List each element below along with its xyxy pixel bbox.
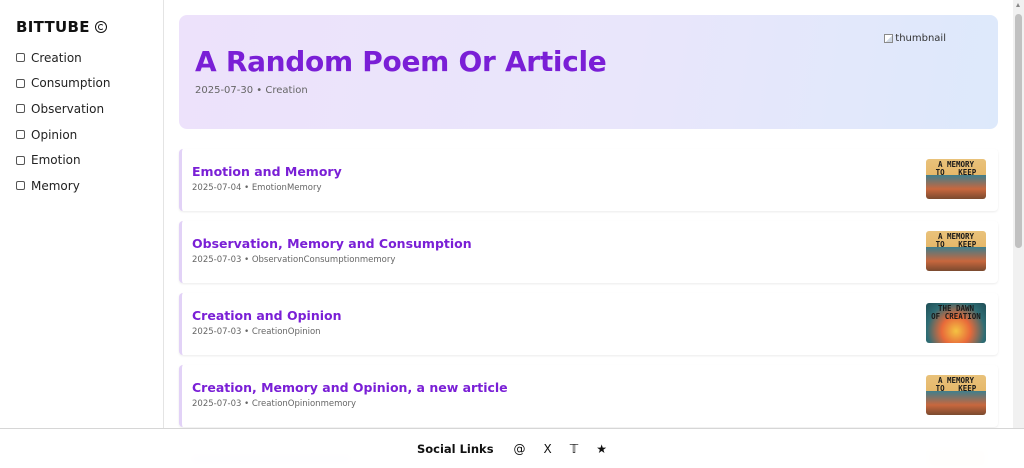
app-root: BITTUBE Creation Consumption Observation… bbox=[0, 0, 1024, 468]
filter-label: Memory bbox=[31, 178, 80, 193]
checkbox[interactable] bbox=[16, 104, 25, 114]
brand-logo[interactable]: BITTUBE bbox=[16, 18, 147, 36]
article-card[interactable]: Creation, Memory and Opinion, a new arti… bbox=[179, 365, 998, 427]
social-links-label: Social Links bbox=[416, 441, 494, 456]
article-thumbnail[interactable]: A MEMORY TO KEEP bbox=[926, 375, 986, 415]
article-title[interactable]: Creation and Opinion bbox=[192, 307, 986, 324]
brand-swirl-icon bbox=[94, 21, 107, 33]
checkbox[interactable] bbox=[16, 130, 25, 140]
brand-name: BITTUBE bbox=[16, 18, 90, 36]
broken-image-icon bbox=[884, 34, 894, 43]
sidebar: BITTUBE Creation Consumption Observation… bbox=[0, 0, 164, 428]
filter-opinion[interactable]: Opinion bbox=[16, 122, 147, 148]
article-title[interactable]: Creation, Memory and Opinion, a new arti… bbox=[192, 379, 986, 396]
article-meta: 2025-07-04 • EmotionMemory bbox=[192, 183, 322, 193]
checkbox[interactable] bbox=[16, 78, 25, 88]
filter-observation[interactable]: Observation bbox=[16, 96, 147, 122]
filter-label: Opinion bbox=[31, 127, 78, 142]
thumbnail-caption: THE DAWN OF CREATION bbox=[931, 304, 981, 321]
article-thumbnail[interactable]: A MEMORY TO KEEP bbox=[926, 231, 986, 271]
filter-label: Observation bbox=[31, 101, 105, 116]
article-title[interactable]: Emotion and Memory bbox=[192, 163, 986, 180]
filter-label: Creation bbox=[31, 50, 82, 65]
featured-meta: 2025-07-30 • Creation bbox=[195, 85, 308, 96]
filter-consumption[interactable]: Consumption bbox=[16, 71, 147, 97]
scrollbar-thumb[interactable] bbox=[1015, 14, 1022, 248]
article-thumbnail[interactable]: A MEMORY TO KEEP bbox=[926, 159, 986, 199]
thumbnail-caption: A MEMORY TO KEEP bbox=[935, 376, 977, 393]
tumblr-icon[interactable]: 𝕋 bbox=[570, 442, 579, 456]
featured-title[interactable]: A Random Poem Or Article bbox=[195, 45, 982, 79]
filter-memory[interactable]: Memory bbox=[16, 173, 147, 199]
threads-icon[interactable]: @ bbox=[514, 442, 526, 456]
article-card[interactable]: Creation and Opinion 2025-07-03 • Creati… bbox=[179, 293, 998, 355]
article-card[interactable]: Emotion and Memory 2025-07-04 • EmotionM… bbox=[179, 149, 998, 211]
featured-thumbnail: thumbnail bbox=[884, 33, 946, 44]
article-meta: 2025-07-03 • ObservationConsumptionmemor… bbox=[192, 255, 396, 265]
main-feed: A Random Poem Or Article 2025-07-30 • Cr… bbox=[164, 0, 1013, 428]
featured-article[interactable]: A Random Poem Or Article 2025-07-30 • Cr… bbox=[179, 15, 998, 129]
social-footer: Social Links @ X 𝕋 ★ bbox=[0, 428, 1024, 468]
page-scrollbar[interactable] bbox=[1013, 0, 1024, 428]
article-meta: 2025-07-03 • CreationOpinion bbox=[192, 327, 321, 337]
article-meta: 2025-07-03 • CreationOpinionmemory bbox=[192, 399, 357, 409]
article-title[interactable]: Observation, Memory and Consumption bbox=[192, 235, 986, 252]
article-thumbnail[interactable]: THE DAWN OF CREATION bbox=[926, 303, 986, 343]
filter-label: Consumption bbox=[31, 76, 111, 91]
checkbox[interactable] bbox=[16, 181, 25, 191]
filter-creation[interactable]: Creation bbox=[16, 45, 147, 71]
scroll-up-arrow-icon[interactable] bbox=[1016, 3, 1020, 7]
filter-emotion[interactable]: Emotion bbox=[16, 147, 147, 173]
x-icon[interactable]: X bbox=[544, 442, 552, 456]
thumbnail-caption: A MEMORY TO KEEP bbox=[935, 232, 977, 249]
checkbox[interactable] bbox=[16, 155, 25, 165]
checkbox[interactable] bbox=[16, 53, 25, 63]
article-card[interactable]: Observation, Memory and Consumption 2025… bbox=[179, 221, 998, 283]
filter-label: Emotion bbox=[31, 153, 81, 168]
star-icon[interactable]: ★ bbox=[596, 442, 607, 456]
thumbnail-alt-text: thumbnail bbox=[895, 33, 946, 44]
thumbnail-caption: A MEMORY TO KEEP bbox=[935, 160, 977, 177]
